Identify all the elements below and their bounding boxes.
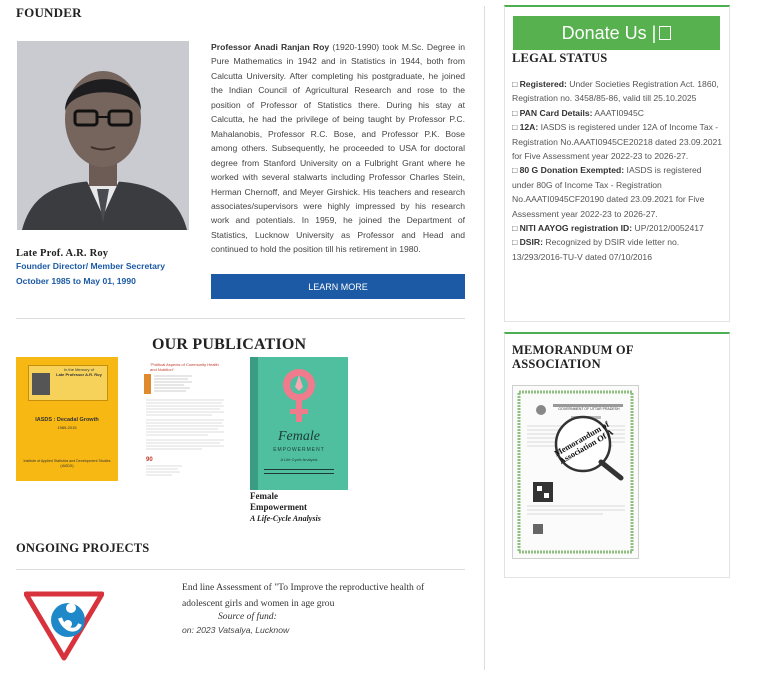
section-divider (16, 569, 465, 570)
book3-cover-title: Female (278, 429, 320, 444)
legal-item: □ Registered: Under Societies Registrati… (512, 77, 725, 106)
book1-publisher: Institute of Applied Statistics and Deve… (23, 459, 111, 468)
memo-heading: MEMORANDUM OF ASSOCIATION (512, 343, 634, 371)
founder-role: Founder Director/ Member Secretary (16, 261, 166, 271)
legal-item-label: PAN Card Details: (519, 107, 593, 118)
publication-heading: OUR PUBLICATION (152, 336, 307, 353)
book1-years: 1985-2015 (57, 425, 77, 430)
projects-heading: ONGOING PROJECTS (16, 541, 150, 555)
legal-list: □ Registered: Under Societies Registrati… (512, 77, 725, 264)
project-fund-value: on: 2023 Vatsalya, Lucknow (182, 625, 290, 635)
legal-item-text: IASDS is registered under 12A of Income … (512, 122, 723, 162)
svg-text:90: 90 (146, 457, 153, 463)
legal-item: □ DSIR: Recognized by DSIR vide letter n… (512, 235, 725, 264)
legal-item: □ 80 G Donation Exempted: IASDS is regis… (512, 163, 725, 221)
heart-icon (659, 26, 672, 40)
book3-caption-line3: A Life-Cycle Analysis (250, 514, 321, 523)
founder-name: Late Prof. A.R. Roy (16, 248, 109, 259)
bullet-icon: □ (512, 107, 518, 118)
legal-item-text: UP/2012/0052417 (632, 223, 704, 234)
legal-item: □ NITI AAYOG registration ID: UP/2012/00… (512, 221, 725, 235)
legal-item: □ PAN Card Details: AAATI0945C (512, 106, 725, 120)
memo-doc-header: GOVERNMENT OF UTTAR PRADESH (558, 407, 620, 411)
section-divider (16, 318, 465, 319)
column-divider (484, 6, 485, 670)
book3-caption-line1: Female (250, 491, 278, 501)
memorandum-document[interactable]: GOVERNMENT OF UTTAR PRADESH Memorandum o… (512, 385, 639, 559)
legal-item-label: 80 G Donation Exempted: (519, 165, 625, 176)
legal-item-label: DSIR: (519, 237, 543, 248)
founder-heading: FOUNDER (16, 5, 82, 20)
legal-heading: LEGAL STATUS (512, 51, 608, 65)
project-fund-label: Source of fund: (218, 611, 277, 622)
book3-cover-sub: EMPOWERMENT (273, 447, 325, 453)
legal-item-text: AAATI0945C (592, 107, 644, 118)
book1-title: IASDS : Decadal Growth (35, 417, 99, 423)
publication-cover-female-empowerment[interactable]: Female EMPOWERMENT A Life Cycle Analysis (250, 357, 348, 490)
book3-cover-tag: A Life Cycle Analysis (280, 457, 318, 462)
donate-label: Donate Us | (561, 22, 657, 43)
bullet-icon: □ (512, 223, 518, 234)
project-item-title[interactable]: End line Assessment of "To Improve the r… (182, 580, 452, 612)
publication-page-preview[interactable]: "Political Aspects of Community Health a… (142, 358, 228, 483)
bullet-icon: □ (512, 165, 518, 176)
book3-caption: Female Empowerment A Life-Cycle Analysis (250, 491, 321, 524)
bullet-icon: □ (512, 237, 518, 248)
vatsalya-logo (23, 590, 105, 662)
legal-item-label: NITI AAYOG registration ID: (519, 223, 633, 234)
learn-more-button[interactable]: LEARN MORE (211, 274, 465, 299)
legal-item-label: Registered: (519, 79, 567, 89)
bullet-icon: □ (512, 79, 518, 89)
book1-line2: Late Professor A.R. Roy (56, 372, 102, 377)
book3-caption-line2: Empowerment (250, 502, 307, 512)
founder-tenure: October 1985 to May 01, 1990 (16, 276, 136, 286)
bullet-icon: □ (512, 122, 518, 133)
donate-button[interactable]: Donate Us | (513, 16, 720, 50)
founder-photo (17, 41, 189, 230)
founder-bio: Professor Anadi Ranjan Roy (1920-1990) t… (211, 40, 465, 257)
founder-bio-text: (1920-1990) took M.Sc. Degree in Pure Ma… (211, 42, 465, 255)
legal-item: □ 12A: IASDS is registered under 12A of … (512, 120, 725, 163)
publication-cover-iasds[interactable]: In the Memory of Late Professor A.R. Roy… (16, 357, 118, 481)
founder-bio-name: Professor Anadi Ranjan Roy (211, 42, 330, 52)
legal-item-label: 12A: (519, 122, 539, 133)
